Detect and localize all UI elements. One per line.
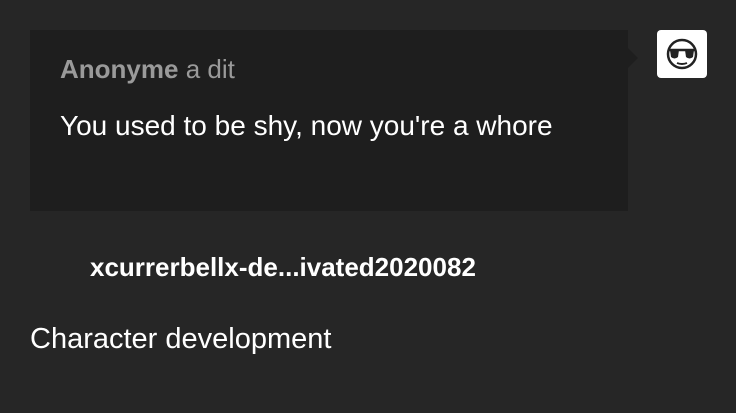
anonymous-sunglasses-icon — [666, 38, 698, 70]
ask-header: Anonyme a dit — [60, 52, 598, 86]
anonymous-avatar[interactable] — [657, 30, 707, 78]
ask-bubble: Anonyme a dit You used to be shy, now yo… — [30, 30, 638, 211]
answer-text: Character development — [30, 323, 332, 355]
ask-question: You used to be shy, now you're a whore — [60, 110, 553, 141]
asker-suffix: a dit — [178, 54, 235, 84]
asker-name[interactable]: Anonyme — [60, 54, 178, 84]
reblogger-username[interactable]: xcurrerbellx-de...ivated2020082 — [90, 250, 476, 284]
